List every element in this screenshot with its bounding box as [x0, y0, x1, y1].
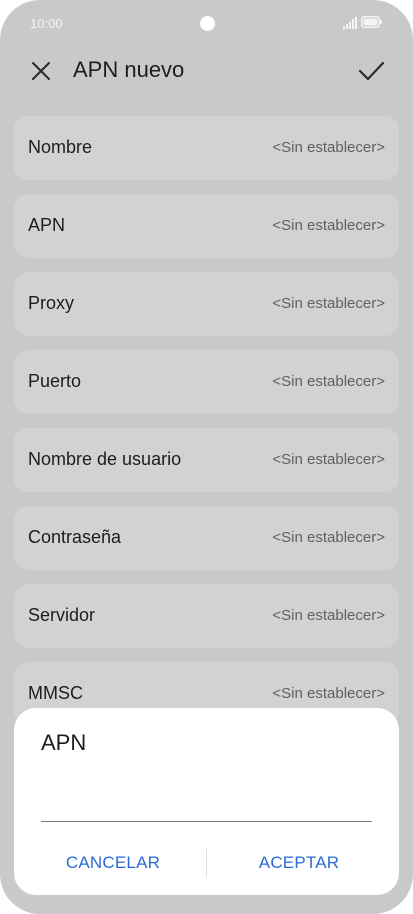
phone-screen: 10:00 APN nuevo Nombre <Sin establecer> … — [0, 0, 413, 914]
field-value: <Sin establecer> — [272, 217, 385, 234]
check-icon[interactable] — [356, 56, 386, 86]
field-label: Servidor — [28, 605, 96, 625]
page-title: APN nuevo — [73, 57, 185, 82]
field-label: Proxy — [28, 293, 75, 313]
field-proxy[interactable]: Proxy <Sin establecer> — [14, 272, 399, 336]
apn-input-dialog: APN CANCELAR ACEPTAR — [14, 708, 399, 895]
field-value: <Sin establecer> — [272, 451, 385, 468]
button-divider — [206, 849, 207, 877]
status-bar: 10:00 — [0, 0, 413, 48]
dialog-title: APN — [41, 730, 87, 755]
status-time: 10:00 — [30, 16, 63, 31]
field-value: <Sin establecer> — [272, 607, 385, 624]
field-value: <Sin establecer> — [272, 139, 385, 156]
field-nombre-de-usuario[interactable]: Nombre de usuario <Sin establecer> — [14, 428, 399, 492]
field-value: <Sin establecer> — [272, 373, 385, 390]
field-value: <Sin establecer> — [272, 529, 385, 546]
field-label: Nombre — [28, 137, 93, 157]
battery-icon — [361, 16, 382, 28]
camera-cutout — [200, 16, 215, 31]
field-puerto[interactable]: Puerto <Sin establecer> — [14, 350, 399, 414]
cancel-button[interactable]: CANCELAR — [24, 848, 202, 878]
app-header: APN nuevo — [0, 48, 413, 96]
field-label: MMSC — [28, 683, 83, 703]
accept-button[interactable]: ACEPTAR — [210, 848, 388, 878]
field-label: Contraseña — [28, 527, 122, 547]
field-label: Puerto — [28, 371, 82, 391]
field-contrasena[interactable]: Contraseña <Sin establecer> — [14, 506, 399, 570]
field-nombre[interactable]: Nombre <Sin establecer> — [14, 116, 399, 180]
input-underline — [41, 821, 372, 822]
field-value: <Sin establecer> — [272, 295, 385, 312]
field-servidor[interactable]: Servidor <Sin establecer> — [14, 584, 399, 648]
field-label: APN — [28, 215, 66, 235]
field-label: Nombre de usuario — [28, 449, 182, 469]
signal-icon — [343, 17, 357, 29]
field-value: <Sin establecer> — [272, 685, 385, 702]
field-apn[interactable]: APN <Sin establecer> — [14, 194, 399, 258]
close-icon[interactable] — [28, 58, 54, 84]
apn-input[interactable] — [41, 784, 372, 822]
